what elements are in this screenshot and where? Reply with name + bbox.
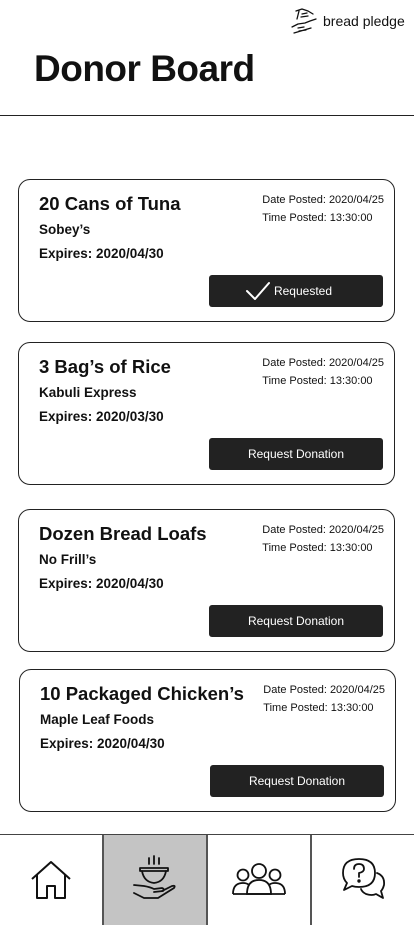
- posted-meta: Date Posted: 2020/04/25 Time Posted: 13:…: [262, 191, 384, 227]
- donor-name: No Frill’s: [39, 552, 97, 567]
- nav-home[interactable]: [0, 835, 104, 925]
- home-icon: [31, 861, 71, 899]
- donation-title: 3 Bag’s of Rice: [39, 356, 171, 377]
- posted-meta: Date Posted: 2020/04/25 Time Posted: 13:…: [262, 354, 384, 390]
- expiry-date: Expires: 2020/04/30: [39, 576, 164, 591]
- donor-name: Sobey’s: [39, 222, 91, 237]
- date-posted: Date Posted: 2020/04/25: [262, 524, 384, 536]
- time-posted: Time Posted: 13:30:00: [262, 375, 373, 387]
- header-divider: [0, 115, 414, 116]
- brand-name: bread pledge: [323, 13, 405, 29]
- community-icon: [232, 863, 286, 895]
- expiry-date: Expires: 2020/03/30: [39, 409, 164, 424]
- donor-name: Kabuli Express: [39, 385, 137, 400]
- time-posted: Time Posted: 13:30:00: [262, 542, 373, 554]
- date-posted: Date Posted: 2020/04/25: [262, 194, 384, 206]
- action-label: Requested: [273, 284, 333, 298]
- action-label: Request Donation: [247, 614, 345, 628]
- nav-help[interactable]: [312, 835, 414, 925]
- donation-card: Dozen Bread Loafs No Frill’s Expires: 20…: [18, 509, 395, 652]
- nav-donations[interactable]: [104, 835, 208, 925]
- request-donation-button[interactable]: Request Donation: [209, 605, 383, 637]
- donation-card: 3 Bag’s of Rice Kabuli Express Expires: …: [18, 342, 395, 485]
- expiry-date: Expires: 2020/04/30: [40, 736, 165, 751]
- action-label: Request Donation: [247, 447, 345, 461]
- donor-name: Maple Leaf Foods: [40, 712, 155, 727]
- donation-title: Dozen Bread Loafs: [39, 523, 207, 544]
- donation-title: 20 Cans of Tuna: [39, 193, 181, 214]
- request-donation-button[interactable]: Request Donation: [210, 765, 384, 797]
- donation-card: 10 Packaged Chicken’s Maple Leaf Foods E…: [19, 669, 396, 812]
- requested-button[interactable]: Requested: [209, 275, 383, 307]
- help-chat-icon: [342, 858, 386, 899]
- expiry-date: Expires: 2020/04/30: [39, 246, 164, 261]
- bottom-nav: [0, 834, 414, 925]
- time-posted: Time Posted: 13:30:00: [262, 212, 373, 224]
- date-posted: Date Posted: 2020/04/25: [263, 684, 385, 696]
- donation-title: 10 Packaged Chicken’s: [40, 683, 244, 704]
- posted-meta: Date Posted: 2020/04/25 Time Posted: 13:…: [263, 681, 385, 717]
- action-label: Request Donation: [248, 774, 346, 788]
- food-donation-icon: [133, 855, 176, 899]
- time-posted: Time Posted: 13:30:00: [263, 702, 374, 714]
- donation-card: 20 Cans of Tuna Sobey’s Expires: 2020/04…: [18, 179, 395, 322]
- posted-meta: Date Posted: 2020/04/25 Time Posted: 13:…: [262, 521, 384, 557]
- brand-logo: bread pledge: [289, 8, 405, 34]
- request-donation-button[interactable]: Request Donation: [209, 438, 383, 470]
- hands-icon: [291, 8, 317, 34]
- date-posted: Date Posted: 2020/04/25: [262, 357, 384, 369]
- nav-community[interactable]: [208, 835, 312, 925]
- check-icon: [246, 282, 270, 300]
- page-title: Donor Board: [34, 48, 255, 89]
